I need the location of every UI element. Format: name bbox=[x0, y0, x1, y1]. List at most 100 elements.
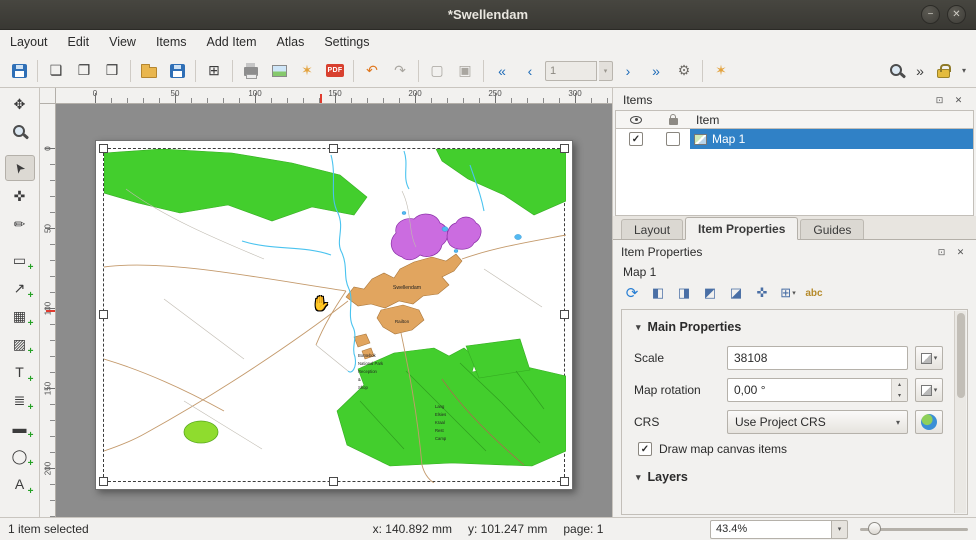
menu-edit[interactable]: Edit bbox=[68, 35, 90, 49]
refresh-map-button[interactable]: ⟳ bbox=[621, 282, 643, 304]
draw-canvas-items-label[interactable]: Draw map canvas items bbox=[659, 442, 787, 456]
hand-cursor: ✋ bbox=[312, 295, 329, 312]
selection-handle-br[interactable] bbox=[560, 477, 569, 486]
zoom-dropdown-button[interactable]: ▾ bbox=[832, 520, 848, 539]
save-project-button[interactable] bbox=[6, 58, 32, 84]
close-button[interactable]: ✕ bbox=[947, 5, 966, 24]
edit-nodes-tool[interactable]: ✏ bbox=[5, 211, 35, 237]
spin-up-button[interactable]: ▴ bbox=[892, 379, 907, 390]
add-shape-tool[interactable]: ▭+ bbox=[5, 247, 35, 273]
visibility-checkbox[interactable]: ✓ bbox=[629, 132, 643, 146]
menu-view[interactable]: View bbox=[109, 35, 136, 49]
rotation-override-button[interactable]: ▾ bbox=[915, 378, 943, 402]
menu-items[interactable]: Items bbox=[156, 35, 187, 49]
panel-close-button[interactable]: ✕ bbox=[951, 93, 966, 108]
move-content-tool[interactable]: ✜ bbox=[5, 183, 35, 209]
add-label-tool[interactable]: T+ bbox=[5, 359, 35, 385]
undo-button[interactable]: ↶ bbox=[359, 58, 385, 84]
zoom-level-input[interactable] bbox=[710, 520, 832, 539]
panel-float-button[interactable]: ⊡ bbox=[932, 93, 947, 108]
add-pages-button[interactable]: ⊞ bbox=[201, 58, 227, 84]
zoom-full-button[interactable]: ▢ bbox=[424, 58, 450, 84]
redo-button[interactable]: ↷ bbox=[387, 58, 413, 84]
tab-layout[interactable]: Layout bbox=[621, 219, 683, 239]
add-scalebar-tool[interactable]: ▬+ bbox=[5, 415, 35, 441]
atlas-page-field[interactable] bbox=[545, 61, 597, 81]
add-arrow-tool[interactable]: ↗+ bbox=[5, 275, 35, 301]
set-canvas-to-scale-button[interactable]: ◪ bbox=[725, 282, 747, 304]
atlas-next-button[interactable]: › bbox=[615, 58, 641, 84]
menu-add-item[interactable]: Add Item bbox=[207, 35, 257, 49]
item-row-map1[interactable]: ✓ Map 1 bbox=[616, 129, 973, 149]
selection-handle-bm[interactable] bbox=[329, 477, 338, 486]
new-layout-button[interactable]: ❏ bbox=[43, 58, 69, 84]
scale-override-button[interactable]: ▾ bbox=[915, 346, 943, 370]
selection-handle-tm[interactable] bbox=[329, 144, 338, 153]
labeling-settings-button[interactable]: abc bbox=[803, 282, 825, 304]
zoom-tool[interactable] bbox=[5, 119, 35, 145]
select-move-item-tool[interactable]: ➤ bbox=[5, 155, 35, 181]
spin-down-button[interactable]: ▾ bbox=[892, 390, 907, 401]
add-attribute-table-tool[interactable]: A+ bbox=[5, 471, 35, 497]
atlas-first-button[interactable]: « bbox=[489, 58, 515, 84]
duplicate-layout-button[interactable]: ❐ bbox=[71, 58, 97, 84]
menu-atlas[interactable]: Atlas bbox=[277, 35, 305, 49]
atlas-preview-button[interactable]: ✶ bbox=[708, 58, 734, 84]
menu-layout[interactable]: Layout bbox=[10, 35, 48, 49]
view-extent-in-canvas-button[interactable]: ◨ bbox=[673, 282, 695, 304]
add-map-tool[interactable]: ▦+ bbox=[5, 303, 35, 329]
slider-handle[interactable] bbox=[868, 522, 881, 535]
selection-handle-tr[interactable] bbox=[560, 144, 569, 153]
lock-items-button[interactable] bbox=[930, 58, 956, 84]
add-picture-tool[interactable]: ▨+ bbox=[5, 331, 35, 357]
export-image-button[interactable] bbox=[266, 58, 292, 84]
atlas-previous-button[interactable]: ‹ bbox=[517, 58, 543, 84]
atlas-page-dropdown[interactable]: ▾ bbox=[599, 61, 613, 81]
atlas-settings-button[interactable]: ⚙ bbox=[671, 58, 697, 84]
map-item-selected[interactable]: Swellendam Railton Bontebok National Par… bbox=[103, 148, 565, 482]
layout-canvas[interactable]: 0 50 100 150 200 250 300 0 50 100 150 20… bbox=[40, 88, 612, 517]
set-scale-to-canvas-button[interactable]: ◩ bbox=[699, 282, 721, 304]
print-button[interactable] bbox=[238, 58, 264, 84]
layout-manager-button[interactable]: ❒ bbox=[99, 58, 125, 84]
export-svg-button[interactable]: ✶ bbox=[294, 58, 320, 84]
draw-canvas-items-checkbox[interactable]: ✓ bbox=[638, 442, 652, 456]
set-extent-to-canvas-button[interactable]: ◧ bbox=[647, 282, 669, 304]
rotation-spinbox[interactable]: 0,00 ° ▴ ▾ bbox=[727, 378, 908, 402]
tab-guides[interactable]: Guides bbox=[800, 219, 864, 239]
panel-close-button[interactable]: ✕ bbox=[953, 245, 968, 260]
add-legend-tool[interactable]: ≣+ bbox=[5, 387, 35, 413]
data-defined-icon bbox=[921, 385, 932, 396]
crs-select-button[interactable] bbox=[915, 410, 943, 434]
zoom-tool-button[interactable] bbox=[884, 58, 910, 84]
minimize-button[interactable]: − bbox=[921, 5, 940, 24]
lock-items-dropdown[interactable]: ▾ bbox=[958, 58, 970, 84]
pan-tool[interactable]: ✥ bbox=[5, 91, 35, 117]
export-pdf-button[interactable]: PDF bbox=[322, 58, 348, 84]
selection-handle-bl[interactable] bbox=[99, 477, 108, 486]
interactive-edit-button[interactable]: ⊞ ▾ bbox=[777, 282, 799, 304]
properties-panel-header: Item Properties ⊡ ✕ bbox=[613, 240, 976, 262]
zoom-slider[interactable] bbox=[860, 521, 968, 537]
open-button[interactable] bbox=[136, 58, 162, 84]
crs-dropdown[interactable]: Use Project CRS ▾ bbox=[727, 410, 908, 434]
zoom-actual-button[interactable]: ▣ bbox=[452, 58, 478, 84]
move-map-content-button[interactable]: ✜ bbox=[751, 282, 773, 304]
selection-handle-mr[interactable] bbox=[560, 310, 569, 319]
layout-page[interactable]: Swellendam Railton Bontebok National Par… bbox=[95, 140, 573, 490]
add-ellipse-tool[interactable]: ◯+ bbox=[5, 443, 35, 469]
atlas-last-button[interactable]: » bbox=[643, 58, 669, 84]
layers-section[interactable]: ▾ Layers bbox=[636, 470, 943, 484]
lock-checkbox[interactable] bbox=[666, 132, 680, 146]
toolbar-overflow-button[interactable]: » bbox=[912, 58, 928, 84]
tab-item-properties[interactable]: Item Properties bbox=[685, 217, 798, 240]
save-as-template-button[interactable] bbox=[164, 58, 190, 84]
menu-settings[interactable]: Settings bbox=[324, 35, 369, 49]
selection-handle-tl[interactable] bbox=[99, 144, 108, 153]
selection-handle-ml[interactable] bbox=[99, 310, 108, 319]
scrollbar-thumb[interactable] bbox=[957, 313, 965, 398]
main-properties-section[interactable]: ▾ Main Properties bbox=[636, 320, 943, 334]
panel-float-button[interactable]: ⊡ bbox=[934, 245, 949, 260]
scale-input[interactable] bbox=[727, 346, 908, 370]
properties-scrollbar[interactable] bbox=[954, 311, 966, 513]
